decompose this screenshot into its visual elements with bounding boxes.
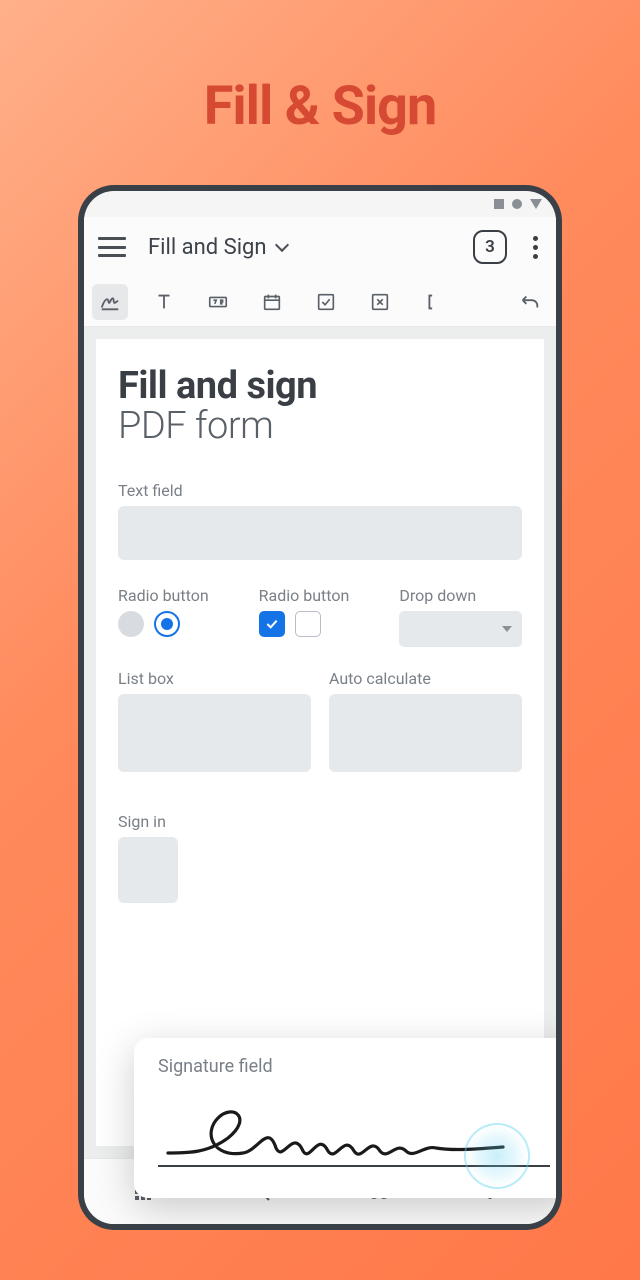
radio1-label: Radio button [118,586,241,605]
document-page: Fill and sign PDF form Text field Radio … [96,339,544,1146]
status-circle-icon [512,199,522,209]
tool-textbox[interactable] [200,284,236,320]
tool-bracket[interactable] [416,284,452,320]
mode-label: Fill and Sign [148,235,267,260]
tool-xbox[interactable] [362,284,398,320]
signin-label: Sign in [118,812,178,831]
signature-card: Signature field [134,1038,556,1198]
autocalc-input[interactable] [329,694,522,772]
touch-pulse-icon [464,1123,530,1189]
content-area: Fill and sign PDF form Text field Radio … [84,327,556,1158]
radio2-label: Radio button [259,586,382,605]
tool-text[interactable] [146,284,182,320]
tool-checkbox[interactable] [308,284,344,320]
checkbox-off[interactable] [295,611,321,637]
status-bar [84,191,556,217]
device-screen: Fill and Sign 3 [84,191,556,1224]
menu-button[interactable] [98,237,126,257]
radio-option-2[interactable] [154,611,180,637]
device-frame: Fill and Sign 3 [78,185,562,1230]
mode-dropdown[interactable]: Fill and Sign [148,235,463,260]
more-button[interactable] [529,236,542,259]
listbox-label: List box [118,669,311,688]
page-title-light: PDF form [118,407,522,447]
dropdown-input[interactable] [399,611,522,647]
text-field-label: Text field [118,481,522,500]
app-header: Fill and Sign 3 [84,217,556,277]
checkbox-on[interactable] [259,611,285,637]
toolbar [84,277,556,327]
dropdown-caret-icon [502,626,512,632]
text-field-input[interactable] [118,506,522,560]
autocalc-label: Auto calculate [329,669,522,688]
page-title-bold: Fill and sign [118,367,522,407]
signature-line[interactable] [158,1089,550,1167]
status-square-icon [494,199,504,209]
radio-option-1[interactable] [118,611,144,637]
listbox-input[interactable] [118,694,311,772]
tool-undo[interactable] [512,284,548,320]
tab-count-button[interactable]: 3 [473,230,507,264]
signature-label: Signature field [158,1056,550,1077]
tool-date[interactable] [254,284,290,320]
signin-box[interactable] [118,837,178,903]
tool-signature[interactable] [92,284,128,320]
hero-title: Fill & Sign [0,0,640,138]
chevron-down-icon [274,238,288,252]
dropdown-label: Drop down [399,586,522,605]
status-triangle-icon [530,199,542,209]
